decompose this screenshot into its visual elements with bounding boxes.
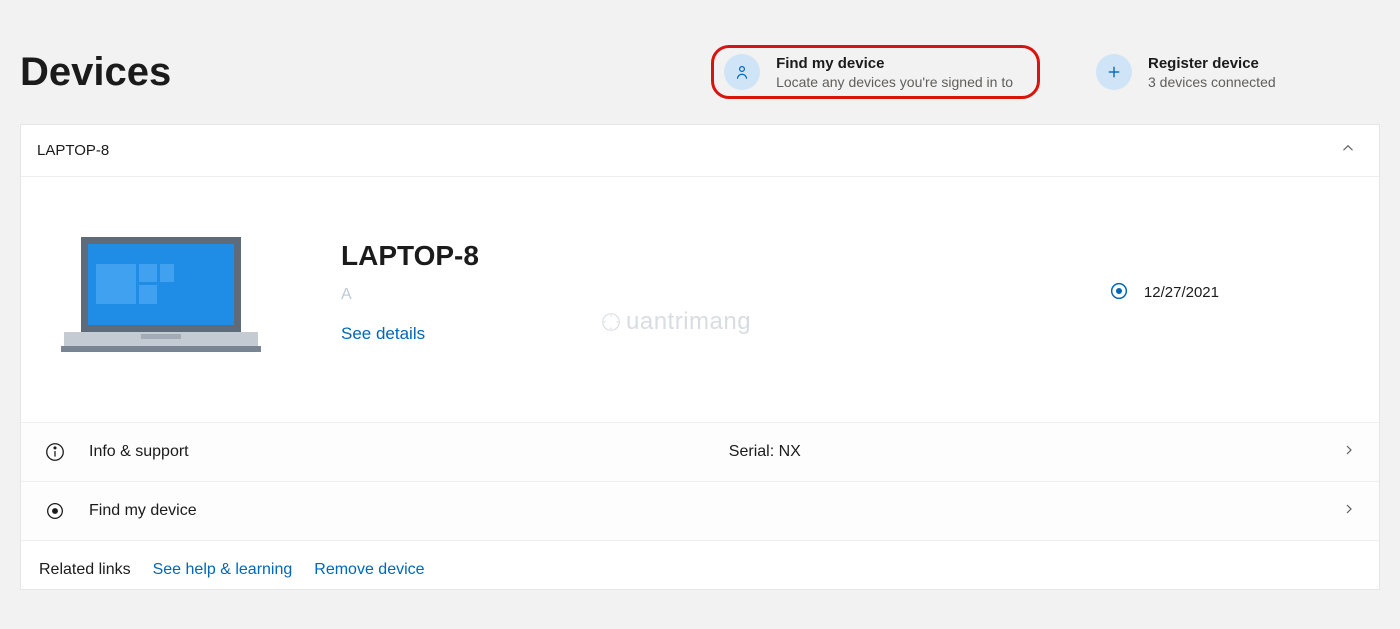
chevron-up-icon bbox=[1339, 139, 1357, 162]
serial-number: Serial: NX bbox=[189, 443, 1341, 461]
location-target-icon bbox=[43, 500, 67, 522]
find-my-device-subtitle: Locate any devices you're signed in to bbox=[776, 74, 1013, 90]
device-subtitle: A bbox=[341, 286, 1028, 304]
chevron-right-icon bbox=[1341, 501, 1357, 522]
related-links-footer: Related links See help & learning Remove… bbox=[21, 540, 1379, 589]
remove-device-link[interactable]: Remove device bbox=[314, 561, 424, 579]
plus-icon bbox=[1096, 54, 1132, 90]
info-support-row[interactable]: Info & support Serial: NX bbox=[21, 422, 1379, 481]
chevron-right-icon bbox=[1341, 442, 1357, 463]
help-learning-link[interactable]: See help & learning bbox=[153, 561, 293, 579]
find-my-device-action[interactable]: Find my device Locate any devices you're… bbox=[711, 45, 1040, 99]
register-device-title: Register device bbox=[1148, 55, 1276, 72]
device-card-header[interactable]: LAPTOP-8 bbox=[21, 125, 1379, 177]
register-device-subtitle: 3 devices connected bbox=[1148, 74, 1276, 90]
laptop-icon bbox=[61, 232, 261, 352]
see-details-link[interactable]: See details bbox=[341, 324, 1028, 344]
find-my-device-row-label: Find my device bbox=[89, 502, 197, 520]
location-date: 12/27/2021 bbox=[1144, 284, 1219, 301]
device-card: LAPTOP-8 bbox=[20, 124, 1380, 590]
device-card-header-label: LAPTOP-8 bbox=[37, 142, 109, 159]
device-location: 12/27/2021 bbox=[1108, 278, 1219, 307]
device-name: LAPTOP-8 bbox=[341, 240, 1028, 272]
find-location-icon bbox=[724, 54, 760, 90]
page-title: Devices bbox=[20, 50, 171, 95]
location-pin-icon bbox=[1108, 278, 1130, 307]
find-my-device-row[interactable]: Find my device bbox=[21, 481, 1379, 540]
find-my-device-title: Find my device bbox=[776, 55, 1013, 72]
info-icon bbox=[43, 441, 67, 463]
info-support-label: Info & support bbox=[89, 443, 189, 461]
register-device-action[interactable]: Register device 3 devices connected bbox=[1080, 48, 1380, 96]
related-links-label: Related links bbox=[39, 561, 131, 579]
